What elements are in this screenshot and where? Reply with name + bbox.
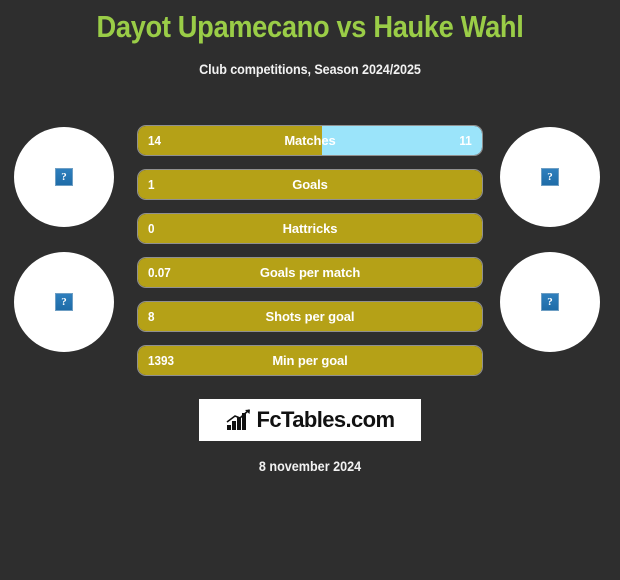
stat-bar-row: 8 Shots per goal (138, 302, 482, 331)
stat-label: Goals per match (259, 265, 361, 280)
stat-label: Shots per goal (265, 309, 355, 324)
stat-label: Matches (284, 133, 336, 148)
stat-bars-list: 14 11 Matches 1 Goals 0 Hattricks 0.07 Goals per… (138, 126, 482, 390)
footer-date: 8 november 2024 (258, 458, 362, 474)
stat-label: Hattricks (282, 221, 338, 236)
fctables-logo[interactable]: FcTables.com (199, 399, 421, 441)
stat-bar-row: 0 Hattricks (138, 214, 482, 243)
bar-chart-growth-icon (226, 409, 250, 430)
fctables-logo-text: FcTables.com (256, 407, 395, 432)
avatar-away-top: ? (500, 127, 600, 227)
page-title: Dayot Upamecano vs Hauke Wahl (96, 9, 524, 44)
avatar-home-top: ? (14, 127, 114, 227)
broken-image-glyph: ? (547, 295, 553, 308)
broken-image-placeholder-icon: ? (55, 168, 73, 186)
stat-bar-row: 1393 Min per goal (138, 346, 482, 375)
page-subtitle: Club competitions, Season 2024/2025 (199, 61, 421, 77)
avatar-away-bottom: ? (500, 252, 600, 352)
stat-label: Min per goal (272, 353, 348, 368)
broken-image-placeholder-icon: ? (541, 168, 559, 186)
broken-image-glyph: ? (61, 295, 67, 308)
avatar-home-bottom: ? (14, 252, 114, 352)
broken-image-placeholder-icon: ? (55, 293, 73, 311)
stat-label: Goals (292, 177, 328, 192)
broken-image-glyph: ? (61, 170, 67, 183)
stat-bar-row: 0.07 Goals per match (138, 258, 482, 287)
stat-bar-row: 14 11 Matches (138, 126, 482, 155)
broken-image-placeholder-icon: ? (541, 293, 559, 311)
stat-bar-row: 1 Goals (138, 170, 482, 199)
comparison-infographic: Dayot Upamecano vs Hauke Wahl Club compe… (0, 0, 620, 580)
broken-image-glyph: ? (547, 170, 553, 183)
